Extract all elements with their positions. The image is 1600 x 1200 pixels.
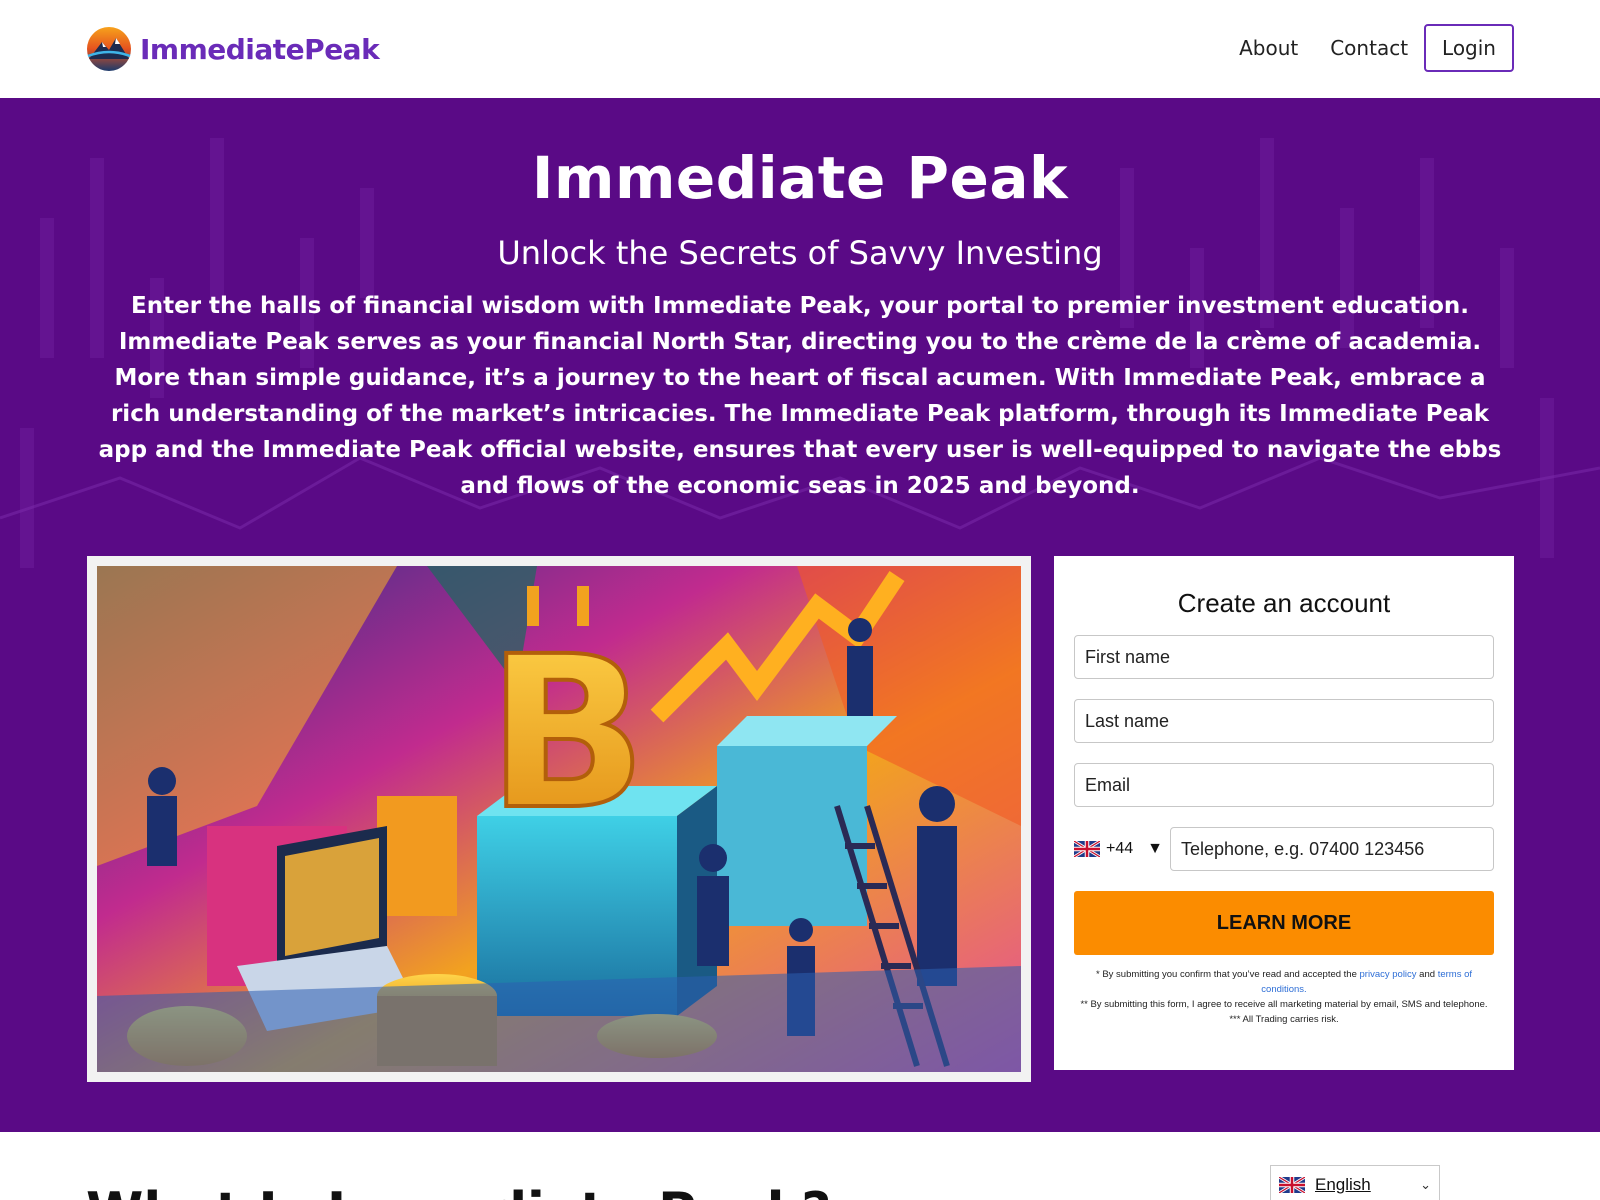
section-title: What Is Immediate Peak? (86, 1182, 831, 1200)
svg-text:B: B (487, 611, 647, 856)
learn-more-button[interactable]: LEARN MORE (1074, 891, 1494, 955)
first-name-input[interactable]: First name (1074, 635, 1494, 679)
uk-flag-icon (1279, 1177, 1305, 1193)
form-disclaimer: * By submitting you confirm that you’ve … (1074, 967, 1494, 1027)
chevron-down-icon: ⌄ (1420, 1177, 1431, 1193)
brand-logo[interactable]: ImmediatePeak (86, 26, 380, 72)
about-section: What Is Immediate Peak? English ⌄ (0, 1132, 1600, 1200)
main-nav: About Contact Login (1239, 24, 1514, 72)
brand-name: ImmediatePeak (140, 32, 380, 66)
language-label: English (1315, 1175, 1371, 1194)
country-code-select[interactable]: +44 ▼ (1074, 840, 1170, 858)
disclaimer-2-text: ** By submitting this form, I agree to r… (1080, 999, 1488, 1010)
uk-flag-icon (1074, 841, 1100, 857)
last-name-input[interactable]: Last name (1074, 699, 1494, 743)
country-code: +44 (1106, 840, 1134, 857)
hero-section: Immediate Peak Unlock the Secrets of Sav… (0, 98, 1600, 1132)
nav-about-link[interactable]: About (1239, 36, 1298, 60)
signup-form: Create an account First name Last name E… (1054, 556, 1514, 1070)
hero-paragraph: Enter the halls of financial wisdom with… (98, 293, 1502, 499)
disclaimer-1-text: * By submitting you confirm that you’ve … (1096, 969, 1360, 980)
form-title: Create an account (1177, 588, 1391, 618)
email-input[interactable]: Email (1074, 763, 1494, 807)
mountain-sun-logo-icon (87, 27, 131, 71)
language-select[interactable]: English ⌄ (1270, 1165, 1440, 1200)
phone-row: +44 ▼ Telephone, e.g. 07400 123456 (1074, 827, 1494, 871)
hero-title: Immediate Peak (531, 144, 1069, 212)
telephone-input[interactable]: Telephone, e.g. 07400 123456 (1170, 827, 1494, 871)
privacy-policy-link[interactable]: privacy policy (1360, 969, 1417, 980)
disclaimer-1-and: and (1416, 969, 1438, 980)
site-header: ImmediatePeak About Contact Login (0, 0, 1600, 98)
disclaimer-3-text: *** All Trading carries risk. (1229, 1014, 1339, 1025)
login-button[interactable]: Login (1424, 24, 1514, 72)
nav-contact-link[interactable]: Contact (1330, 36, 1408, 60)
hero-image-card: B (87, 556, 1031, 1082)
hero-subtitle: Unlock the Secrets of Savvy Investing (497, 234, 1103, 272)
dropdown-caret-icon: ▼ (1147, 840, 1163, 857)
crypto-investing-illustration-icon: B (97, 566, 1021, 1072)
